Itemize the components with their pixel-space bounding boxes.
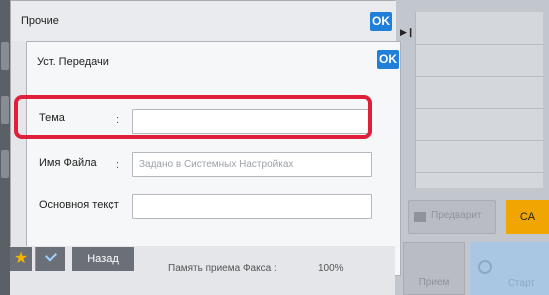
check-button[interactable]	[35, 247, 65, 271]
send-settings-title: Уст. Передачи	[37, 56, 109, 68]
body-text-label: Основноя текст	[39, 199, 119, 211]
send-settings-dialog: Уст. Передачи OK Тема : Имя Файла : Осно…	[26, 41, 401, 276]
list-divider	[416, 108, 543, 109]
ca-button[interactable]: CA	[506, 200, 549, 234]
list-divider	[416, 44, 543, 45]
background-list-panel	[415, 12, 543, 188]
file-name-label: Имя Файла	[39, 157, 97, 169]
check-icon	[44, 249, 58, 262]
start-label: Старт	[507, 278, 535, 289]
file-name-input[interactable]	[132, 152, 372, 177]
start-button[interactable]: Старт	[470, 242, 549, 295]
start-icon	[478, 260, 492, 274]
edge-tab	[1, 150, 9, 178]
edge-tab	[1, 42, 9, 70]
other-settings-header: Прочие OK	[11, 1, 396, 41]
preview-label: Предварит	[431, 210, 482, 221]
preview-button[interactable]: Предварит	[408, 200, 496, 234]
preview-icon	[414, 212, 426, 222]
receive-button[interactable]: Прием	[403, 242, 465, 295]
receive-label: Прием	[418, 277, 450, 288]
fax-memory-status: Память приема Факса :	[168, 263, 277, 274]
screen: ▶❙ Предварит CA Прием Старт Прочие OK Ус…	[0, 0, 549, 295]
list-divider	[416, 76, 543, 77]
outer-ok-button[interactable]: OK	[370, 12, 392, 31]
edge-tab	[1, 96, 9, 124]
file-name-colon: :	[116, 159, 120, 171]
inner-ok-button[interactable]: OK	[377, 50, 399, 69]
play-arrow-icon: ▶❙	[400, 27, 415, 37]
fax-memory-value: 100%	[318, 263, 344, 274]
subject-highlight-frame	[14, 95, 372, 139]
back-button[interactable]: Назад	[72, 247, 134, 271]
list-divider	[416, 140, 543, 141]
other-settings-title: Прочие	[21, 15, 59, 27]
left-edge-strip	[0, 0, 10, 295]
body-text-colon: :	[110, 200, 114, 212]
body-text-input[interactable]	[132, 194, 372, 219]
list-divider	[416, 172, 543, 173]
star-icon[interactable]: ★	[10, 247, 32, 271]
